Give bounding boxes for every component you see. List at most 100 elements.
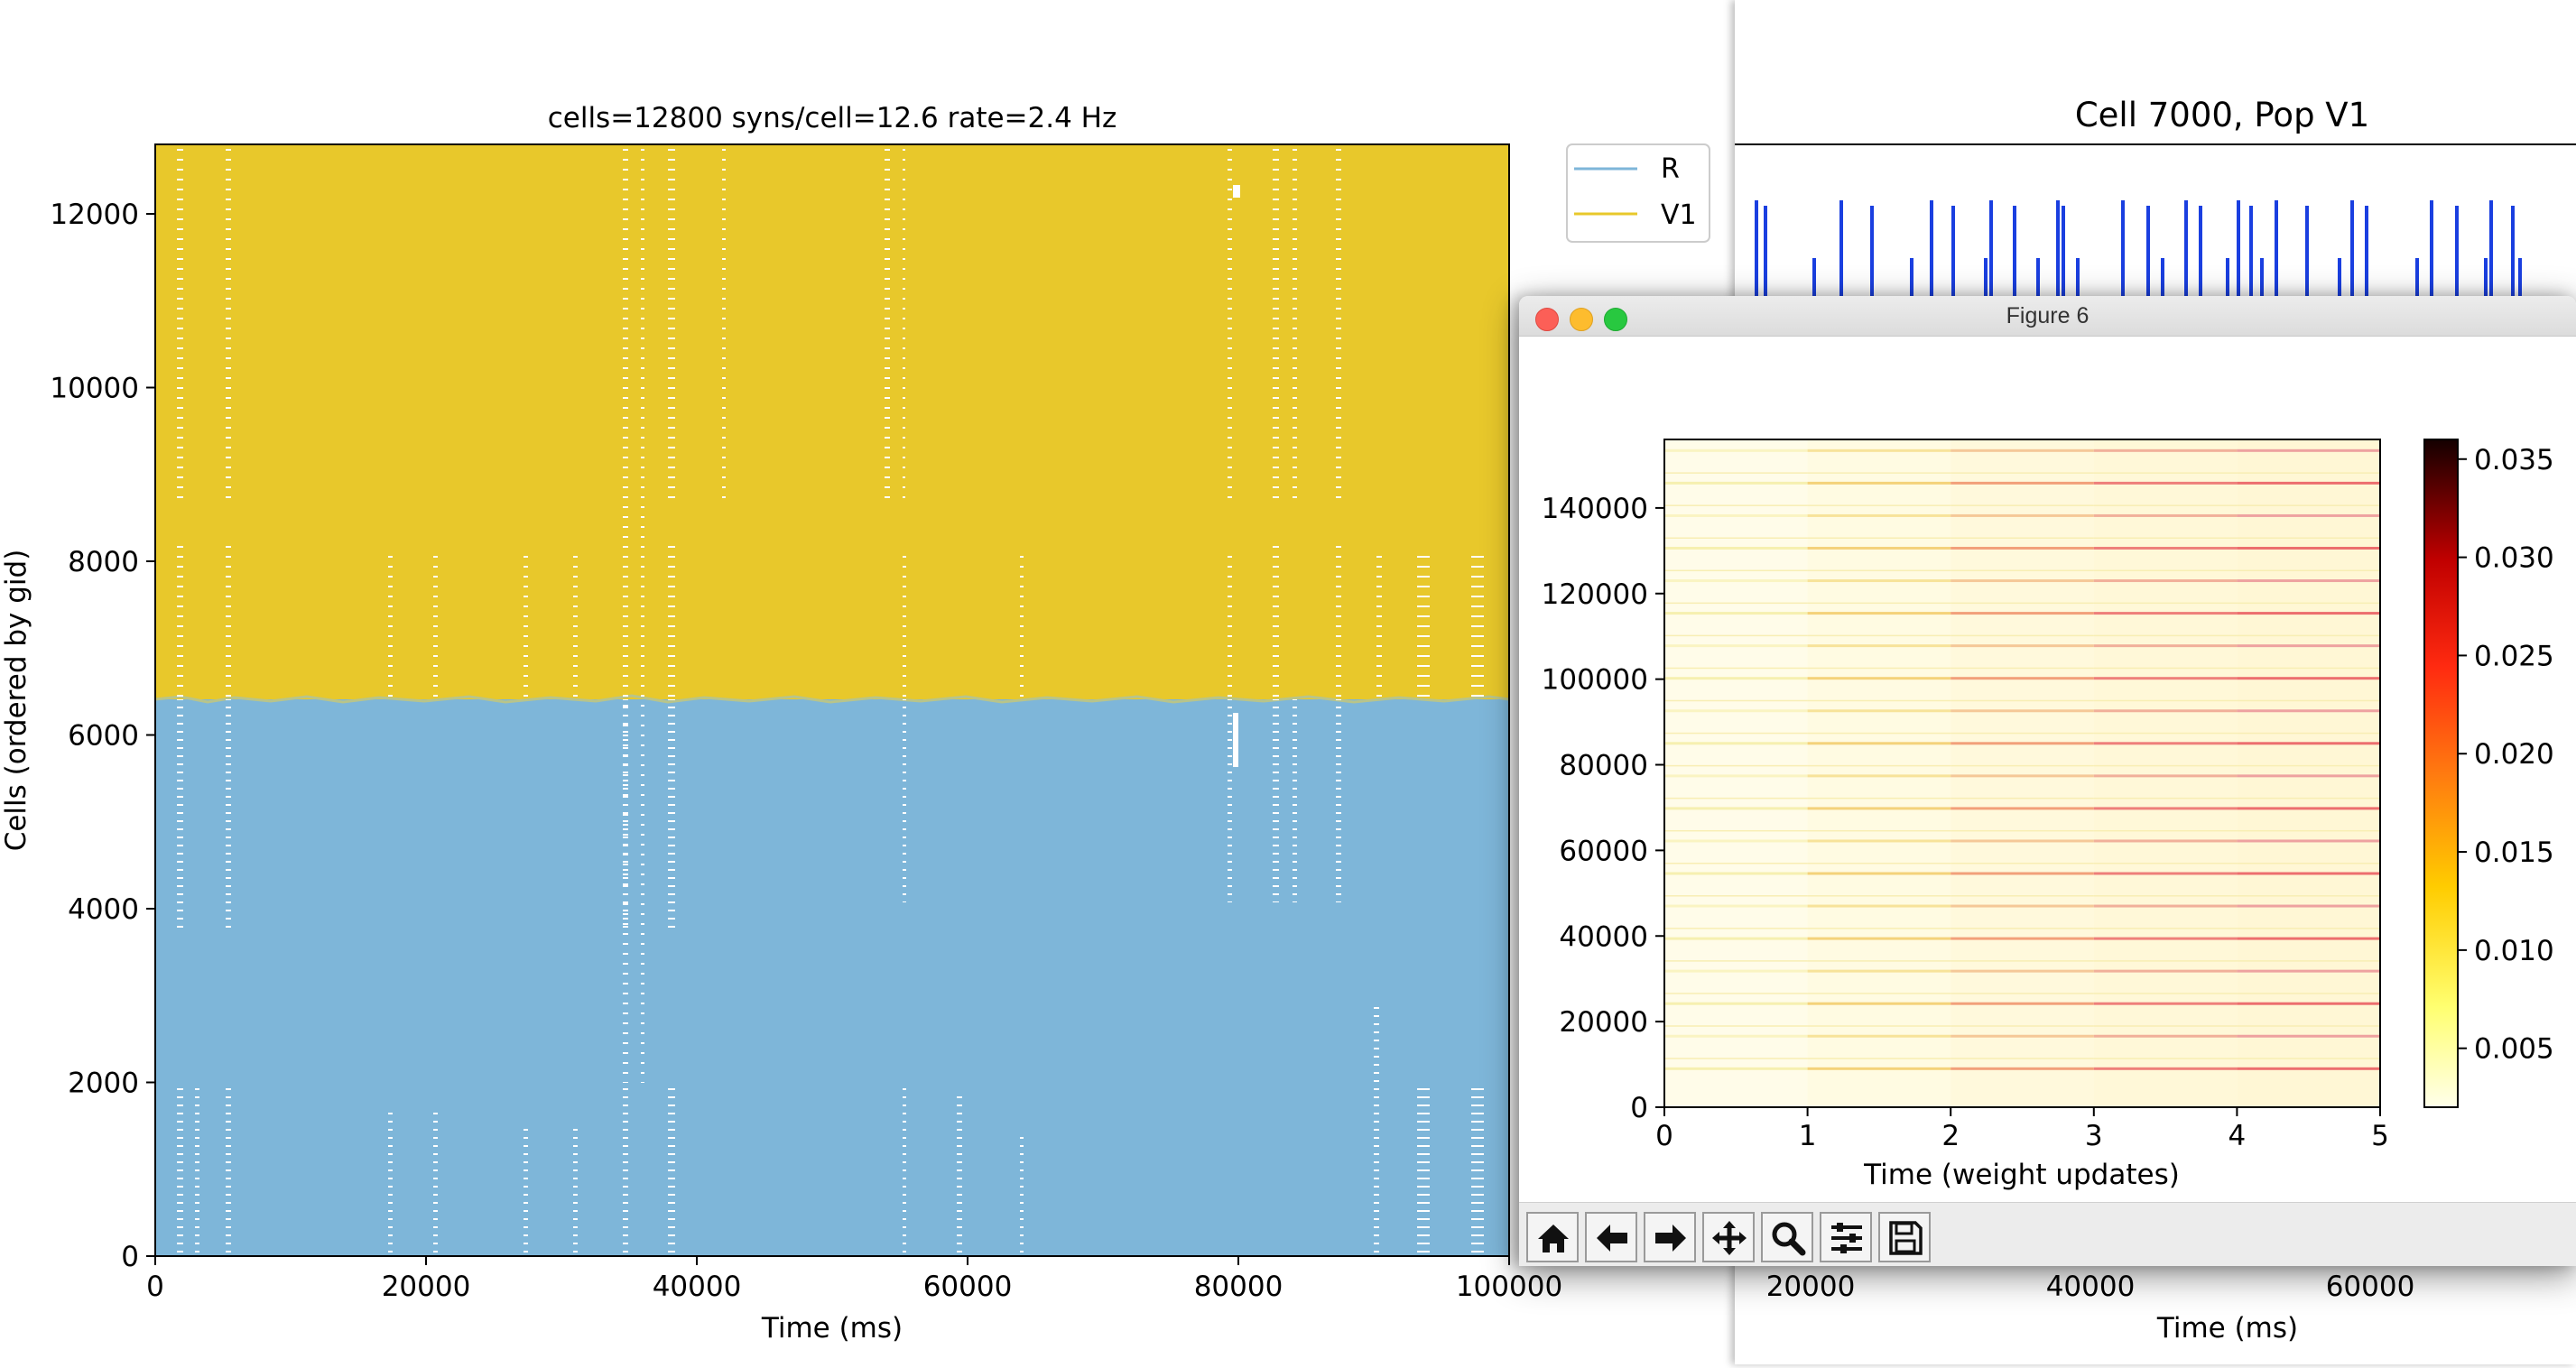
heatmap-row-cell [2093, 546, 2238, 550]
heatmap-row-cell [1807, 829, 1951, 832]
raster-silent-column [1273, 144, 1279, 501]
heatmap-row-cell [2093, 602, 2238, 605]
heatmap-row-cell [1807, 709, 1951, 713]
raster-silent-column [1471, 550, 1484, 699]
heatmap-row-cell [1951, 797, 2094, 800]
heatmap-row-cell [1807, 863, 1951, 864]
heatmap-row-cell [2093, 1067, 2238, 1070]
save-icon [1889, 1221, 1923, 1255]
heatmap-row-cell [1951, 1067, 2094, 1070]
raster-silent-column [524, 1128, 528, 1256]
figure6-titlebar[interactable]: Figure 6 [1519, 296, 2576, 337]
heatmap-row-cell [1664, 579, 1808, 583]
configure-subplots-button[interactable] [1820, 1212, 1872, 1262]
cell-x-tick-label: 20000 [1766, 1271, 1856, 1303]
raster-y-tick-label: 0 [121, 1241, 139, 1273]
raster-y-tick-label: 12000 [50, 199, 139, 231]
raster-plot: cells=12800 syns/cell=12.6 rate=2.4 Hz 0… [0, 102, 1710, 1345]
raster-window: cells=12800 syns/cell=12.6 rate=2.4 Hz 0… [0, 0, 1735, 1364]
raster-silent-column [903, 144, 905, 501]
back-arrow-icon [1597, 1225, 1627, 1252]
back-button[interactable] [1585, 1212, 1637, 1262]
heatmap-row-cell [2093, 904, 2238, 908]
raster-silent-column [1228, 699, 1232, 902]
heatmap-row-cell [1807, 481, 1951, 485]
raster-silent-column [177, 144, 183, 501]
raster-artifact [1233, 185, 1240, 198]
heatmap-row-cell [2237, 863, 2380, 864]
heatmap-row-cell [1951, 667, 2094, 670]
heatmap-row-cell [2237, 504, 2380, 506]
heatmap-row-cell [1951, 1025, 2094, 1027]
colorbar-tick-label: 0.030 [2474, 542, 2554, 575]
heatmap-row-cell [1664, 677, 1808, 680]
heatmap-row-cell [2093, 569, 2238, 572]
heatmap-row-cell [1807, 742, 1951, 745]
heatmap-y-tick-label: 60000 [1559, 835, 1648, 867]
raster-title: cells=12800 syns/cell=12.6 rate=2.4 Hz [548, 102, 1117, 134]
pan-button[interactable] [1702, 1212, 1755, 1262]
heatmap-row-cell [1664, 602, 1808, 605]
heatmap-row-cell [1807, 937, 1951, 940]
heatmap-row-cell [2093, 797, 2238, 800]
raster-x-tick-label: 0 [146, 1271, 164, 1303]
heatmap-row-cell [2237, 895, 2380, 897]
heatmap-row-cell [1664, 1034, 1808, 1038]
heatmap-row-cell [1807, 1058, 1951, 1059]
raster-silent-column [1020, 1137, 1024, 1256]
heatmap-row-cell [1664, 904, 1808, 908]
raster-silent-column [1336, 699, 1341, 902]
heatmap-row-cell [2093, 937, 2238, 940]
heatmap-row-cell [2237, 602, 2380, 605]
heatmap-update-column [1951, 439, 2094, 1107]
heatmap-row-cell [1951, 895, 2094, 897]
heatmap-row-cell [1807, 546, 1951, 550]
raster-silent-column [1228, 144, 1232, 501]
raster-silent-column [1273, 541, 1279, 699]
heatmap-row-cell [1807, 928, 1951, 929]
legend-R-label: R [1661, 153, 1680, 185]
raster-silent-column [388, 550, 393, 699]
colorbar-tick-label: 0.005 [2474, 1033, 2554, 1066]
raster-y-tick-label: 4000 [68, 893, 139, 926]
heatmap-row-cell [2093, 732, 2238, 735]
heatmap-row-cell [2237, 807, 2380, 810]
heatmap-row-cell [2093, 504, 2238, 506]
zoom-button[interactable] [1761, 1212, 1813, 1262]
heatmap-row-cell [2093, 895, 2238, 897]
heatmap-row-cell [1951, 513, 2094, 517]
raster-x-tick-label: 100000 [1456, 1271, 1562, 1303]
colorbar-axis: 0.005 0.010 0.015 0.020 0.025 0.030 0.035 [2458, 444, 2554, 1066]
heatmap-row-cell [2093, 993, 2238, 994]
raster-silent-column [1417, 1083, 1430, 1256]
heatmap-y-tick-label: 20000 [1559, 1006, 1648, 1039]
save-button[interactable] [1878, 1212, 1931, 1262]
heatmap-row-cell [1664, 472, 1808, 474]
heatmap-row-cell [2237, 1025, 2380, 1027]
heatmap-row-cell [2093, 829, 2238, 832]
forward-button[interactable] [1644, 1212, 1696, 1262]
raster-silent-column [668, 144, 675, 501]
cell-x-tick-label: 40000 [2046, 1271, 2136, 1303]
heatmap-row-cell [1951, 960, 2094, 962]
heatmap-row-cell [2093, 807, 2238, 810]
heatmap-row-cell [2237, 709, 2380, 713]
heatmap-row-cell [2237, 546, 2380, 550]
heatmap-row-cell [1951, 612, 2094, 615]
heatmap-row-cell [1664, 928, 1808, 929]
heatmap-y-tick-label: 80000 [1559, 750, 1648, 782]
heatmap-row-cell [2093, 537, 2238, 539]
heatmap-update-column [2093, 439, 2238, 1107]
heatmap-row-cell [2237, 644, 2380, 648]
raster-silent-column [388, 1110, 393, 1256]
heatmap-row-cell [1807, 895, 1951, 897]
heatmap-x-tick-label: 3 [2085, 1120, 2103, 1152]
heatmap-row-cell [1664, 1002, 1808, 1005]
heatmap-row-cell [2093, 1025, 2238, 1027]
colorbar-tick-label: 0.035 [2474, 444, 2554, 476]
heatmap-row-cell [2237, 829, 2380, 832]
heatmap-row-cell [1807, 634, 1951, 637]
heatmap-row-cell [2237, 569, 2380, 572]
home-button[interactable] [1526, 1212, 1579, 1262]
heatmap-row-cell [1807, 504, 1951, 506]
